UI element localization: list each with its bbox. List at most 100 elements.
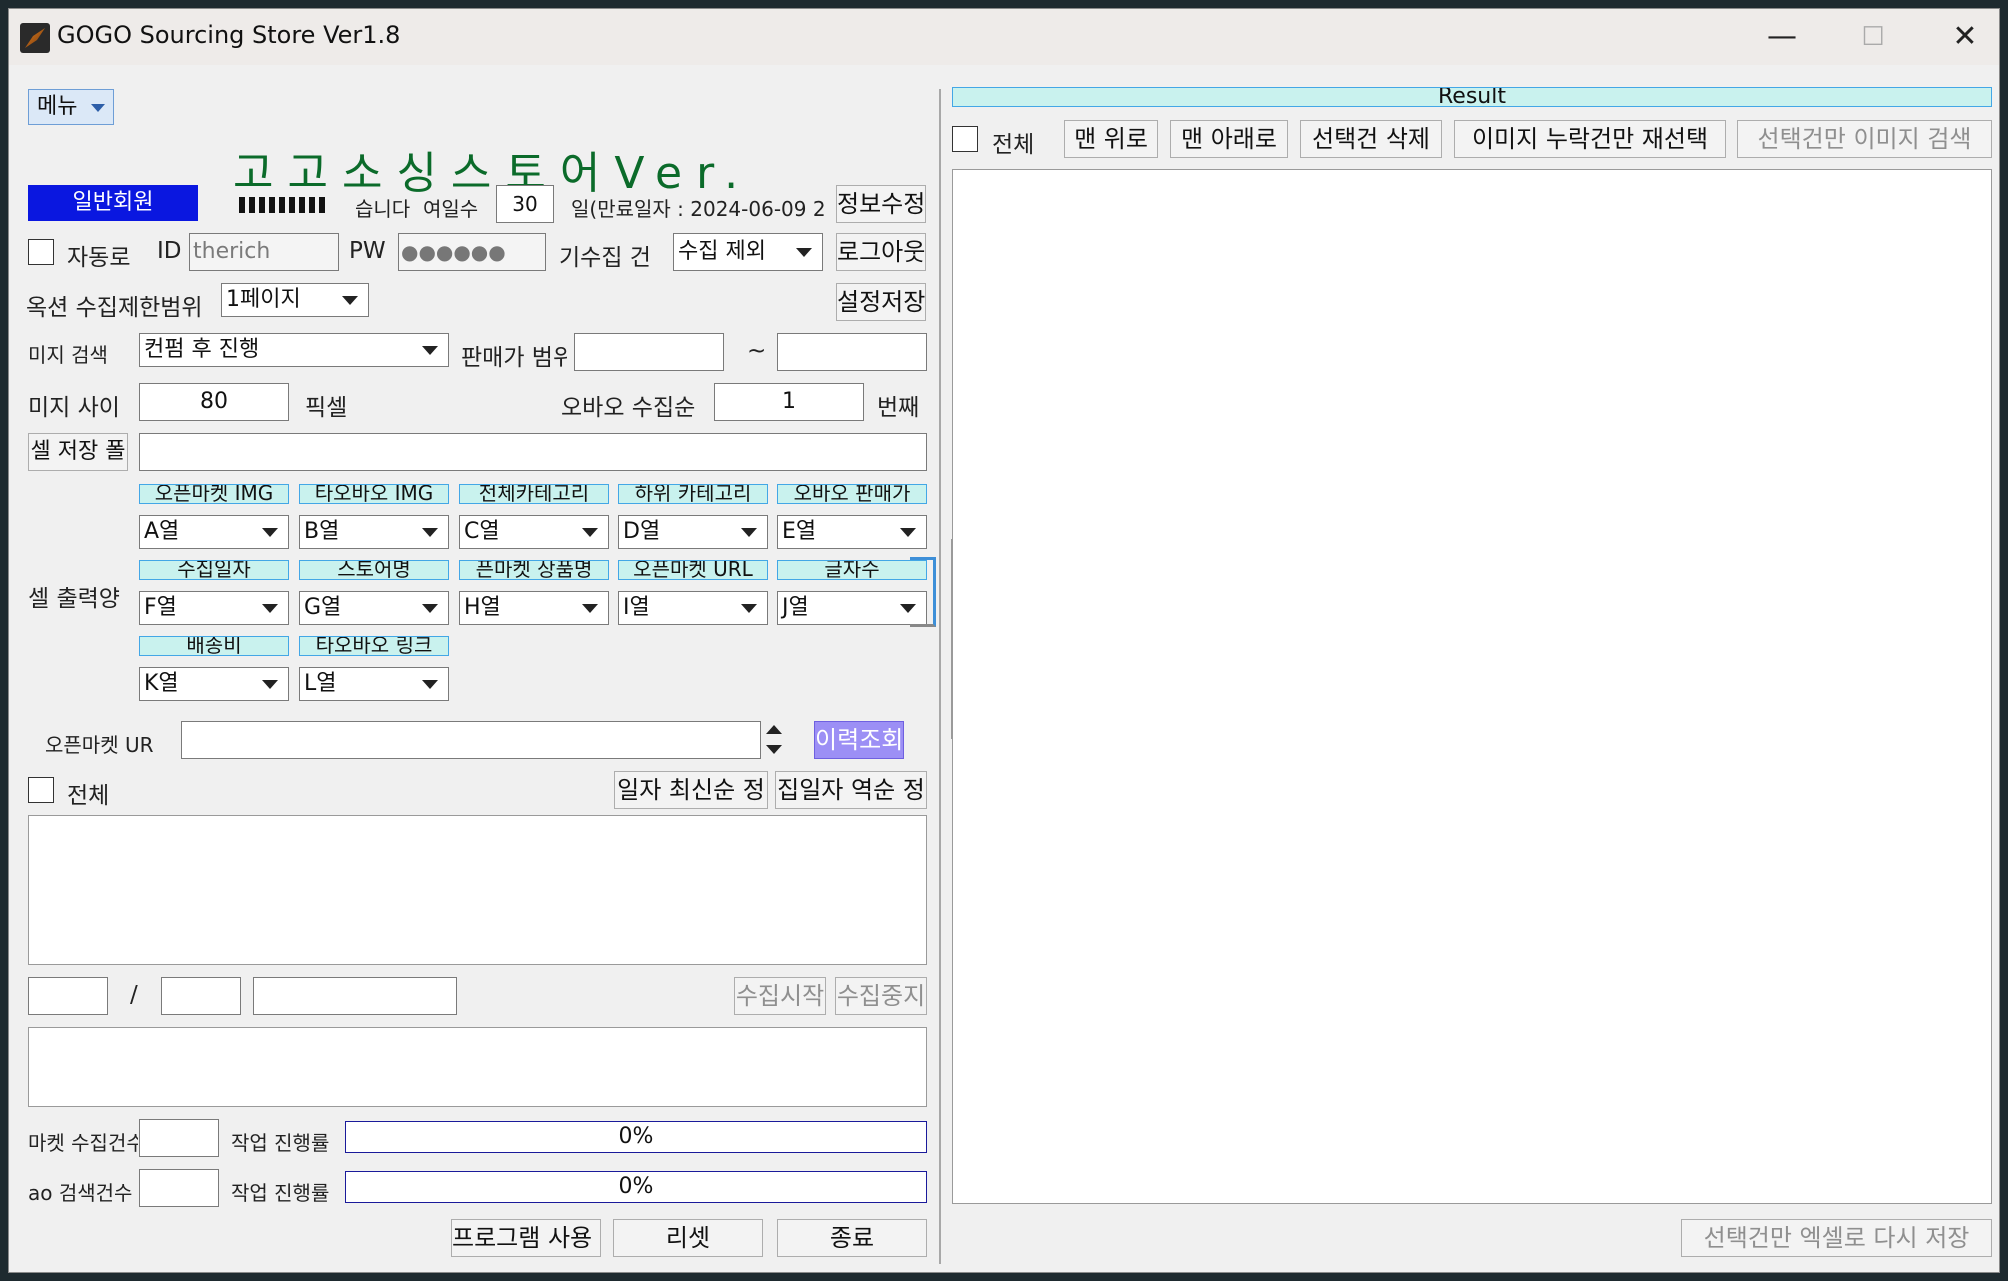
- market-count-field[interactable]: [139, 1119, 219, 1157]
- collected-select[interactable]: 수집 제외: [673, 233, 823, 271]
- save-settings-button[interactable]: 설정저장: [836, 283, 926, 321]
- current-count-field[interactable]: [28, 977, 108, 1015]
- menu-label: 메뉴: [37, 94, 78, 119]
- image-size-label: 미지 사이: [28, 395, 120, 421]
- market-count-label: 마켓 수집건수: [28, 1131, 138, 1155]
- column-select-value: I열: [623, 595, 650, 620]
- count-separator: /: [130, 982, 138, 1008]
- exit-button[interactable]: 종료: [777, 1219, 927, 1257]
- openmarket-url-label: 오픈마켓 UR: [45, 733, 154, 757]
- excel-folder-field[interactable]: [139, 433, 927, 471]
- scroll-bottom-button[interactable]: 맨 아래로: [1170, 120, 1288, 158]
- column-select[interactable]: I열: [618, 591, 768, 625]
- column-select-value: H열: [464, 595, 501, 620]
- price-min-field[interactable]: [574, 333, 724, 371]
- manual-button[interactable]: 프로그램 사용 매뉴: [451, 1219, 601, 1257]
- log-area[interactable]: [28, 1027, 927, 1107]
- result-header: Result: [952, 87, 1992, 107]
- search-selected-images-button[interactable]: 선택건만 이미지 검색: [1737, 120, 1992, 158]
- column-select[interactable]: E열: [777, 515, 927, 549]
- chevron-down-icon: [422, 680, 438, 689]
- openmarket-url-field[interactable]: [181, 721, 761, 759]
- total-count-field[interactable]: [161, 977, 241, 1015]
- pw-label: PW: [349, 238, 386, 264]
- column-select[interactable]: C열: [459, 515, 609, 549]
- reselect-missing-button[interactable]: 이미지 누락건만 재선택: [1454, 120, 1726, 158]
- expiry-text: 일(만료일자 : 2024-06-09 2: [571, 197, 826, 221]
- result-select-all-checkbox[interactable]: [952, 126, 978, 152]
- delete-selected-button[interactable]: 선택건 삭제: [1300, 120, 1442, 158]
- chevron-down-icon[interactable]: [766, 745, 782, 754]
- chevron-down-icon: [262, 528, 278, 537]
- image-search-select[interactable]: 컨펌 후 진행: [139, 333, 449, 367]
- price-max-field[interactable]: [777, 333, 927, 371]
- collection-list[interactable]: [28, 815, 927, 965]
- image-search-label: 미지 검색: [28, 343, 108, 367]
- column-select[interactable]: H열: [459, 591, 609, 625]
- image-size-field[interactable]: 80: [139, 383, 289, 421]
- result-list[interactable]: [952, 169, 1992, 1204]
- column-select[interactable]: G열: [299, 591, 449, 625]
- menu-button[interactable]: 메뉴: [28, 89, 114, 125]
- taobao-order-label: 오바오 수집순: [561, 395, 696, 421]
- sort-newest-button[interactable]: 일자 최신순 정: [614, 771, 768, 809]
- start-collect-button[interactable]: 수집시작: [734, 977, 826, 1015]
- market-progress-bar: 0%: [345, 1121, 927, 1153]
- column-header: 픈마켓 상품명: [459, 560, 609, 580]
- column-header: 배송비: [139, 636, 289, 656]
- result-select-all-label: 전체: [992, 132, 1035, 158]
- chevron-down-icon: [796, 248, 812, 257]
- auction-limit-value: 1페이지: [226, 287, 301, 312]
- days-field[interactable]: 30: [496, 185, 554, 223]
- sort-oldest-button[interactable]: 집일자 역순 정: [775, 771, 927, 809]
- column-select-value: E열: [782, 519, 817, 544]
- column-select[interactable]: L열: [299, 667, 449, 701]
- maximize-button[interactable]: ☐: [1833, 15, 1913, 59]
- work-progress-label: 작업 진행률: [231, 1181, 330, 1205]
- chevron-down-icon: [422, 346, 438, 355]
- stop-collect-button[interactable]: 수집중지: [835, 977, 927, 1015]
- scroll-top-button[interactable]: 맨 위로: [1064, 120, 1158, 158]
- auction-limit-select[interactable]: 1페이지: [221, 283, 369, 317]
- column-select[interactable]: D열: [618, 515, 768, 549]
- status-field[interactable]: [253, 977, 457, 1015]
- reset-button[interactable]: 리셋: [613, 1219, 763, 1257]
- chevron-down-icon: [91, 104, 105, 112]
- auto-login-label: 자동로: [67, 245, 131, 271]
- column-header: 스토어명: [299, 560, 449, 580]
- password-field[interactable]: ●●●●●●: [398, 233, 546, 271]
- panel-divider[interactable]: [939, 89, 941, 1264]
- greeting-text: 습니다: [355, 197, 411, 221]
- taobao-count-label: ao 검색건수: [28, 1181, 133, 1205]
- column-select[interactable]: B열: [299, 515, 449, 549]
- save-selected-excel-button[interactable]: 선택건만 엑셀로 다시 저장: [1681, 1219, 1992, 1257]
- column-select-value: C열: [464, 519, 500, 544]
- history-button[interactable]: 이력조회: [814, 721, 904, 759]
- excel-folder-button[interactable]: 셀 저장 폴: [28, 433, 128, 471]
- id-label: ID: [157, 238, 182, 264]
- column-select-value: J열: [782, 595, 809, 620]
- column-select[interactable]: F열: [139, 591, 289, 625]
- column-select[interactable]: J열: [777, 591, 927, 625]
- taobao-order-field[interactable]: 1: [714, 383, 864, 421]
- id-field[interactable]: therich: [189, 233, 339, 271]
- spinner[interactable]: [761, 721, 787, 759]
- edit-info-button[interactable]: 정보수정: [836, 185, 926, 223]
- column-select[interactable]: K열: [139, 667, 289, 701]
- work-progress-label: 작업 진행률: [231, 1131, 330, 1155]
- column-header: 오픈마켓 URL: [618, 560, 768, 580]
- window-title: GOGO Sourcing Store Ver1.8: [57, 21, 401, 49]
- chevron-down-icon: [741, 528, 757, 537]
- column-header: 하위 카테고리: [618, 484, 768, 504]
- column-select[interactable]: A열: [139, 515, 289, 549]
- minimize-button[interactable]: —: [1742, 15, 1822, 59]
- auto-login-checkbox[interactable]: [28, 239, 54, 265]
- select-all-checkbox[interactable]: [28, 777, 54, 803]
- close-button[interactable]: ✕: [1925, 15, 1999, 59]
- chevron-down-icon: [741, 604, 757, 613]
- logout-button[interactable]: 로그아웃: [836, 233, 926, 271]
- column-select-value: G열: [304, 595, 342, 620]
- taobao-count-field[interactable]: [139, 1169, 219, 1207]
- column-select-value: K열: [144, 671, 179, 696]
- chevron-up-icon[interactable]: [766, 725, 782, 734]
